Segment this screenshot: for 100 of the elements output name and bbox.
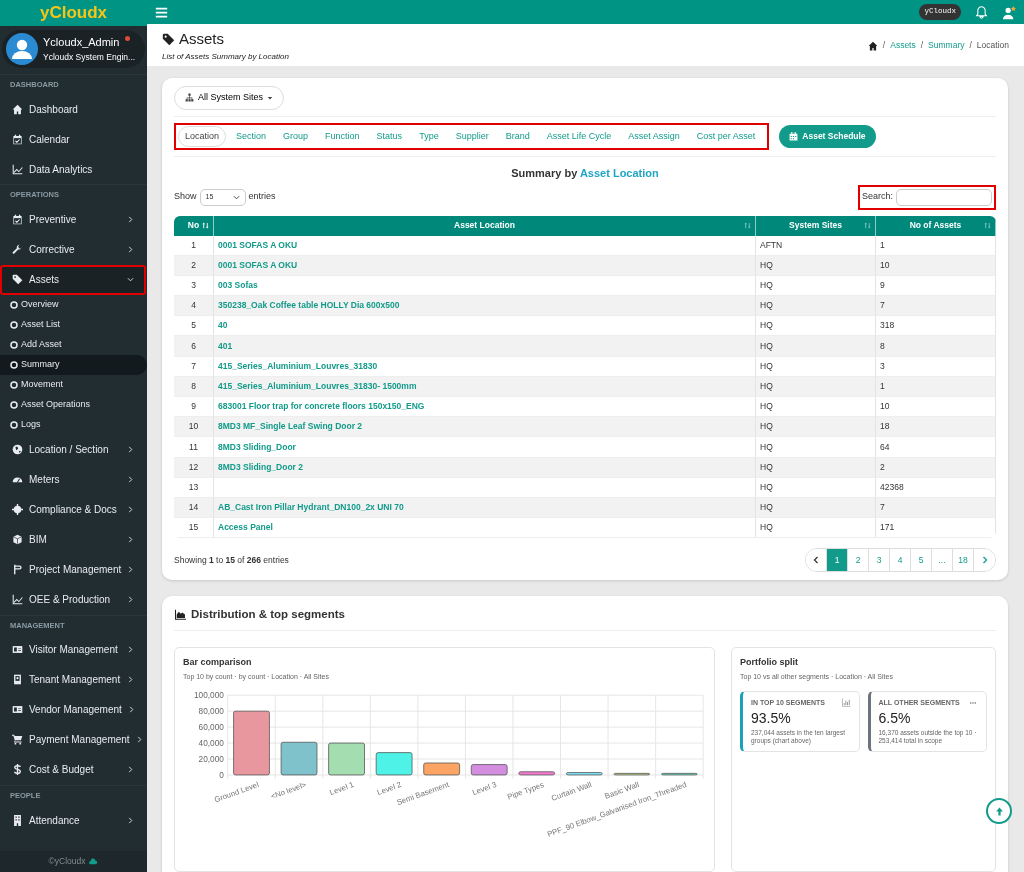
location-link[interactable]: Access Panel: [218, 522, 273, 533]
tab[interactable]: Function: [318, 125, 367, 147]
user-name: Ycloudx_Admin: [43, 36, 120, 49]
location-link[interactable]: 8MD3 Sliding_Door: [218, 441, 296, 452]
submenu-item[interactable]: Add Asset: [0, 334, 147, 355]
tab[interactable]: Supplier: [448, 125, 496, 147]
sidebar-item[interactable]: Compliance & Docs: [0, 494, 146, 525]
calendar-icon: [12, 133, 23, 145]
tab[interactable]: Asset Assign: [621, 125, 687, 147]
column-header[interactable]: Asset Location: [214, 215, 756, 236]
sidebar-item[interactable]: Dashboard: [0, 94, 146, 125]
bar: [661, 772, 698, 775]
page-button[interactable]: 1: [827, 549, 848, 572]
sidebar-item[interactable]: Attendance: [0, 805, 146, 835]
table-cell: 318: [880, 320, 895, 331]
cloud-icon: [88, 857, 99, 867]
bar: [565, 771, 603, 775]
tab[interactable]: Type: [412, 125, 446, 147]
sidebar-item[interactable]: Meters: [0, 464, 146, 495]
submenu-item[interactable]: Overview: [0, 294, 147, 315]
table-cell: 1: [191, 239, 196, 250]
table-cell: 4: [191, 300, 196, 311]
tab[interactable]: Cost per Asset: [689, 125, 763, 147]
sidebar-item[interactable]: Visitor Management: [0, 634, 146, 665]
table-cell: 7: [191, 360, 196, 371]
submenu-item[interactable]: Summary: [0, 354, 147, 375]
table-cell: 18: [880, 421, 890, 432]
table-cell: HQ: [760, 421, 773, 432]
logo[interactable]: yCloudx: [0, 0, 147, 26]
location-link[interactable]: 350238_Oak Coffee table HOLLY Dia 600x500: [218, 300, 400, 311]
table-cell: HQ: [760, 401, 773, 412]
table-cell: 5: [191, 320, 196, 331]
sort-icon: [984, 221, 991, 229]
submenu-item[interactable]: Asset Operations: [0, 394, 147, 415]
tab[interactable]: Section: [229, 125, 274, 147]
asset-schedule-button[interactable]: Asset Schedule: [779, 124, 876, 148]
tab[interactable]: Group: [276, 125, 316, 147]
table-cell: 6: [191, 340, 196, 351]
table-cell: 10: [188, 421, 199, 432]
column-header[interactable]: No: [174, 215, 214, 236]
breadcrumb-home-link[interactable]: [867, 39, 878, 52]
location-link[interactable]: 401: [218, 340, 233, 351]
sidebar-item[interactable]: BIM: [0, 524, 146, 555]
breadcrumb-link[interactable]: Assets: [890, 39, 916, 52]
page-title: Assets: [179, 29, 224, 49]
sidebar-item[interactable]: Payment Management: [0, 724, 146, 755]
bell-icon: [975, 6, 988, 20]
previous-page-button[interactable]: [806, 549, 827, 572]
sidebar-item[interactable]: OEE & Production: [0, 584, 146, 615]
badge-icon: [12, 674, 23, 686]
sidebar-item[interactable]: Project Management: [0, 554, 146, 585]
house-icon: [12, 103, 23, 115]
sidebar-item[interactable]: Preventive: [0, 204, 146, 235]
column-header[interactable]: System Sites: [756, 215, 876, 236]
breadcrumb-link[interactable]: Summary: [928, 39, 965, 52]
location-link[interactable]: 003 Sofas: [218, 280, 258, 291]
sidebar-item[interactable]: Tenant Management: [0, 664, 146, 695]
location-link[interactable]: 0001 SOFAS A OKU: [218, 239, 298, 250]
location-link[interactable]: 0001 SOFAS A OKU: [218, 259, 298, 270]
entries-info: Showing 1 to 15 of 266 entries: [174, 553, 289, 567]
column-header[interactable]: No of Assets: [876, 215, 996, 236]
location-link[interactable]: 415_Series_Aluminium_Louvres_31830: [218, 360, 378, 371]
table-cell: 7: [880, 300, 885, 311]
show-label: Show: [174, 190, 197, 204]
submenu-item[interactable]: Asset List: [0, 314, 147, 335]
sidebar-item[interactable]: Vendor Management: [0, 694, 146, 725]
table-cell: 10: [880, 401, 890, 412]
circle-icon: [10, 300, 18, 309]
site-dropdown[interactable]: All System Sites: [174, 86, 285, 110]
location-link[interactable]: 8MD3 MF_Single Leaf Swing Door 2: [218, 421, 363, 432]
table-cell: 7: [880, 502, 885, 513]
location-link[interactable]: AB_Cast Iron Pillar Hydrant_DN100_2x UNI 70: [218, 502, 404, 513]
table-cell: HQ: [760, 461, 773, 472]
tab[interactable]: Brand: [498, 125, 537, 147]
location-link[interactable]: 40: [218, 320, 228, 331]
table-cell: 171: [880, 522, 895, 533]
sidebar-item[interactable]: Location / Section: [0, 434, 146, 465]
chart-title: Bar comparison: [183, 655, 253, 669]
location-link[interactable]: 8MD3 Sliding_Door 2: [218, 461, 303, 472]
back-to-top-button[interactable]: [986, 798, 1012, 824]
search-field[interactable]: [896, 188, 992, 206]
sidebar-item[interactable]: Assets: [0, 264, 146, 295]
sidebar-item[interactable]: Cost & Budget: [0, 754, 146, 785]
table-cell: HQ: [760, 360, 773, 371]
table-cell: 3: [880, 360, 885, 371]
submenu-item[interactable]: Movement: [0, 374, 147, 395]
location-link[interactable]: 683001 Floor trap for concrete floors 150x150_ENG: [218, 401, 425, 412]
sidebar-item[interactable]: Corrective: [0, 234, 146, 265]
sidebar-item[interactable]: Data Analytics: [0, 154, 146, 185]
table-cell: HQ: [760, 300, 773, 311]
sitemap-icon: [185, 93, 194, 103]
tag-icon: [162, 32, 175, 46]
location-link[interactable]: 415_Series_Aluminium_Louvres_31830- 1500mm: [218, 381, 417, 392]
tab[interactable]: Asset Life Cycle: [539, 125, 619, 147]
sidebar-item[interactable]: Calendar: [0, 124, 146, 155]
tab[interactable]: Status: [369, 125, 410, 147]
submenu-item[interactable]: Logs: [0, 414, 147, 435]
table-cell: HQ: [760, 502, 773, 513]
section-title: Distribution & top segments: [191, 607, 345, 623]
table-cell: HQ: [760, 280, 773, 291]
